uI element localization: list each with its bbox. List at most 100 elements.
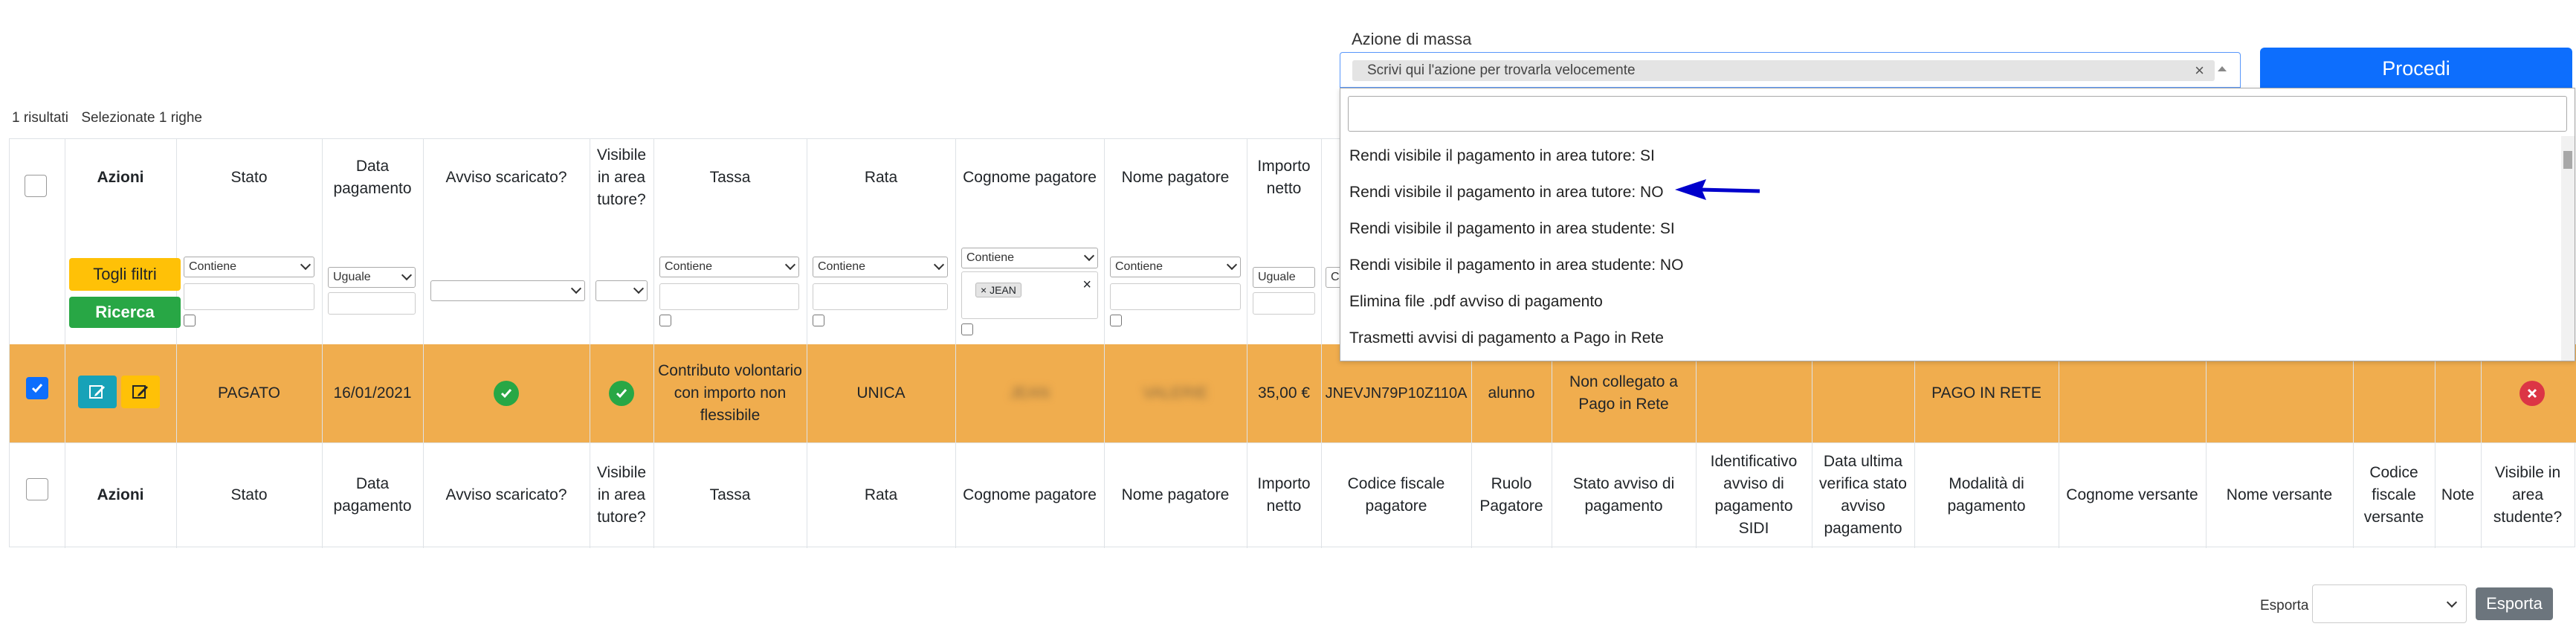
- footer-avviso-scaricato[interactable]: Avviso scaricato?: [423, 442, 590, 548]
- filter-importo-mode[interactable]: Uguale: [1253, 267, 1315, 288]
- mass-action-select[interactable]: Scrivi qui l'azione per trovarla velocem…: [1340, 52, 2241, 88]
- cell-nome: VALERIE: [1143, 384, 1208, 402]
- footer-azioni[interactable]: Azioni: [65, 442, 176, 548]
- caret-up-icon[interactable]: [2218, 66, 2227, 71]
- cell-importo: 35,00 €: [1257, 384, 1311, 402]
- dropdown-search-input[interactable]: [1348, 96, 2567, 132]
- proceed-button[interactable]: Procedi: [2260, 48, 2572, 89]
- mass-action-label: Azione di massa: [1352, 30, 1472, 48]
- filter-cognome-tag-text: JEAN: [990, 284, 1016, 296]
- header-importo-netto[interactable]: Importo netto: [1247, 146, 1321, 209]
- mass-action-tag-text: Scrivi qui l'azione per trovarla velocem…: [1367, 62, 1636, 78]
- footer-nome-pagatore[interactable]: Nome pagatore: [1104, 442, 1247, 548]
- footer-tassa[interactable]: Tassa: [653, 442, 807, 548]
- tag-remove-icon[interactable]: ×: [2195, 60, 2204, 81]
- filter-cognome-mode[interactable]: Contiene: [961, 248, 1098, 268]
- filter-importo-mode-value: Uguale: [1258, 271, 1296, 283]
- filter-codice-mode-value: C: [1331, 271, 1340, 283]
- filter-data-mode-value: Uguale: [333, 271, 371, 283]
- header-avviso-scaricato[interactable]: Avviso scaricato?: [423, 146, 590, 209]
- selected-count: Selezionate 1 righe: [81, 110, 202, 126]
- footer-note[interactable]: Note: [2435, 442, 2481, 548]
- header-data-pagamento[interactable]: Data pagamento: [322, 146, 423, 209]
- filter-importo-input[interactable]: [1253, 292, 1315, 315]
- edit-button[interactable]: [121, 376, 160, 408]
- footer-ruolo[interactable]: Ruolo Pagatore: [1471, 442, 1552, 548]
- dropdown-scrollbar[interactable]: [2561, 136, 2575, 361]
- edit-status-button[interactable]: [78, 376, 117, 408]
- footer-cognome-pagatore[interactable]: Cognome pagatore: [955, 442, 1104, 548]
- filter-rata-mode[interactable]: Contiene: [813, 257, 948, 277]
- dropdown-option[interactable]: Rendi visibile il pagamento in area stud…: [1340, 247, 2560, 283]
- filter-visibile-select[interactable]: [595, 280, 648, 301]
- filter-cognome-tag: × JEAN: [975, 283, 1021, 297]
- footer-visibile-studente[interactable]: Visibile in area studente?: [2481, 442, 2575, 548]
- header-nome-pagatore[interactable]: Nome pagatore: [1104, 146, 1247, 209]
- footer-identificativo-sidi[interactable]: Identificativo avviso di pagamento SIDI: [1696, 442, 1812, 548]
- filter-rata-input[interactable]: [813, 283, 948, 310]
- footer-codice-fiscale[interactable]: Codice fiscale pagatore: [1321, 442, 1471, 548]
- chevron-down-icon: [1083, 250, 1095, 262]
- header-cognome-pagatore[interactable]: Cognome pagatore: [955, 146, 1104, 209]
- search-button[interactable]: Ricerca: [69, 297, 181, 328]
- filter-tassa-input[interactable]: [659, 283, 799, 310]
- select-all-checkbox[interactable]: [25, 175, 47, 197]
- footer-codice-versante[interactable]: Codice fiscale versante: [2353, 442, 2435, 548]
- dropdown-option[interactable]: Rendi visibile il pagamento in area stud…: [1340, 210, 2560, 247]
- filter-stato-mode[interactable]: Contiene: [184, 257, 314, 277]
- cell-stato: PAGATO: [217, 384, 281, 402]
- dropdown-option[interactable]: Trasmetti avvisi di pagamento a Pago in …: [1340, 320, 2560, 356]
- header-stato[interactable]: Stato: [176, 146, 322, 209]
- footer-nome-versante[interactable]: Nome versante: [2206, 442, 2353, 548]
- filter-nome-input[interactable]: [1110, 283, 1241, 310]
- chevron-down-icon: [784, 259, 796, 271]
- chevron-down-icon: [1226, 259, 1238, 271]
- footer-visibile-tutore[interactable]: Visibile in area tutore?: [590, 442, 653, 548]
- results-count: 1 risultati: [12, 110, 69, 126]
- pencil-icon: [132, 385, 148, 399]
- header-visibile-tutore[interactable]: Visibile in area tutore?: [590, 146, 653, 209]
- filter-stato-input[interactable]: [184, 283, 314, 310]
- filter-rata-mode-value: Contiene: [818, 260, 866, 273]
- filter-cognome-checkbox[interactable]: [961, 323, 973, 335]
- filter-nome-checkbox[interactable]: [1110, 315, 1122, 326]
- dropdown-option[interactable]: Elimina file .pdf avviso di pagamento: [1340, 283, 2560, 320]
- footer-data-pagamento[interactable]: Data pagamento: [322, 442, 423, 548]
- filter-nome-mode[interactable]: Contiene: [1110, 257, 1241, 277]
- filter-data-mode[interactable]: Uguale: [328, 267, 416, 288]
- row-checkbox[interactable]: [26, 377, 48, 399]
- tag-remove-icon[interactable]: ×: [981, 284, 987, 296]
- edit-icon: [89, 385, 105, 399]
- filter-tassa-mode-value: Contiene: [665, 260, 713, 273]
- filter-avviso-select[interactable]: [430, 280, 585, 301]
- footer-stato-avviso[interactable]: Stato avviso di pagamento: [1552, 442, 1696, 548]
- dropdown-option[interactable]: Rendi visibile il pagamento in area tuto…: [1340, 174, 2560, 210]
- filter-cognome-input[interactable]: × JEAN ×: [961, 271, 1098, 319]
- filter-stato-checkbox[interactable]: [184, 315, 196, 326]
- clear-icon[interactable]: ×: [1082, 277, 1091, 294]
- footer-importo-netto[interactable]: Importo netto: [1247, 442, 1321, 548]
- filter-nome-mode-value: Contiene: [1115, 260, 1163, 273]
- footer-data-verifica[interactable]: Data ultima verifica stato avviso pagame…: [1812, 442, 1914, 548]
- filter-tassa-checkbox[interactable]: [659, 315, 671, 326]
- header-rata[interactable]: Rata: [807, 146, 955, 209]
- filter-cognome-mode-value: Contiene: [966, 251, 1015, 264]
- footer-modalita[interactable]: Modalità di pagamento: [1914, 442, 2059, 548]
- footer-cognome-versante[interactable]: Cognome versante: [2059, 442, 2206, 548]
- export-button[interactable]: Esporta: [2476, 587, 2553, 620]
- check-icon: [31, 384, 43, 393]
- export-format-select[interactable]: [2312, 584, 2467, 623]
- header-tassa[interactable]: Tassa: [653, 146, 807, 209]
- chevron-down-icon: [2446, 596, 2458, 608]
- header-azioni[interactable]: Azioni: [65, 146, 176, 209]
- footer-stato[interactable]: Stato: [176, 442, 322, 548]
- dropdown-option[interactable]: Rendi visibile il pagamento in area tuto…: [1340, 138, 2560, 174]
- clear-filters-button[interactable]: Togli filtri: [69, 258, 181, 291]
- scrollbar-thumb[interactable]: [2563, 151, 2572, 169]
- filter-data-input[interactable]: [328, 292, 416, 315]
- select-all-checkbox-footer[interactable]: [26, 478, 48, 500]
- cell-tassa: Contributo volontario con importo non fl…: [658, 362, 802, 424]
- filter-tassa-mode[interactable]: Contiene: [659, 257, 799, 277]
- filter-rata-checkbox[interactable]: [813, 315, 824, 326]
- footer-rata[interactable]: Rata: [807, 442, 955, 548]
